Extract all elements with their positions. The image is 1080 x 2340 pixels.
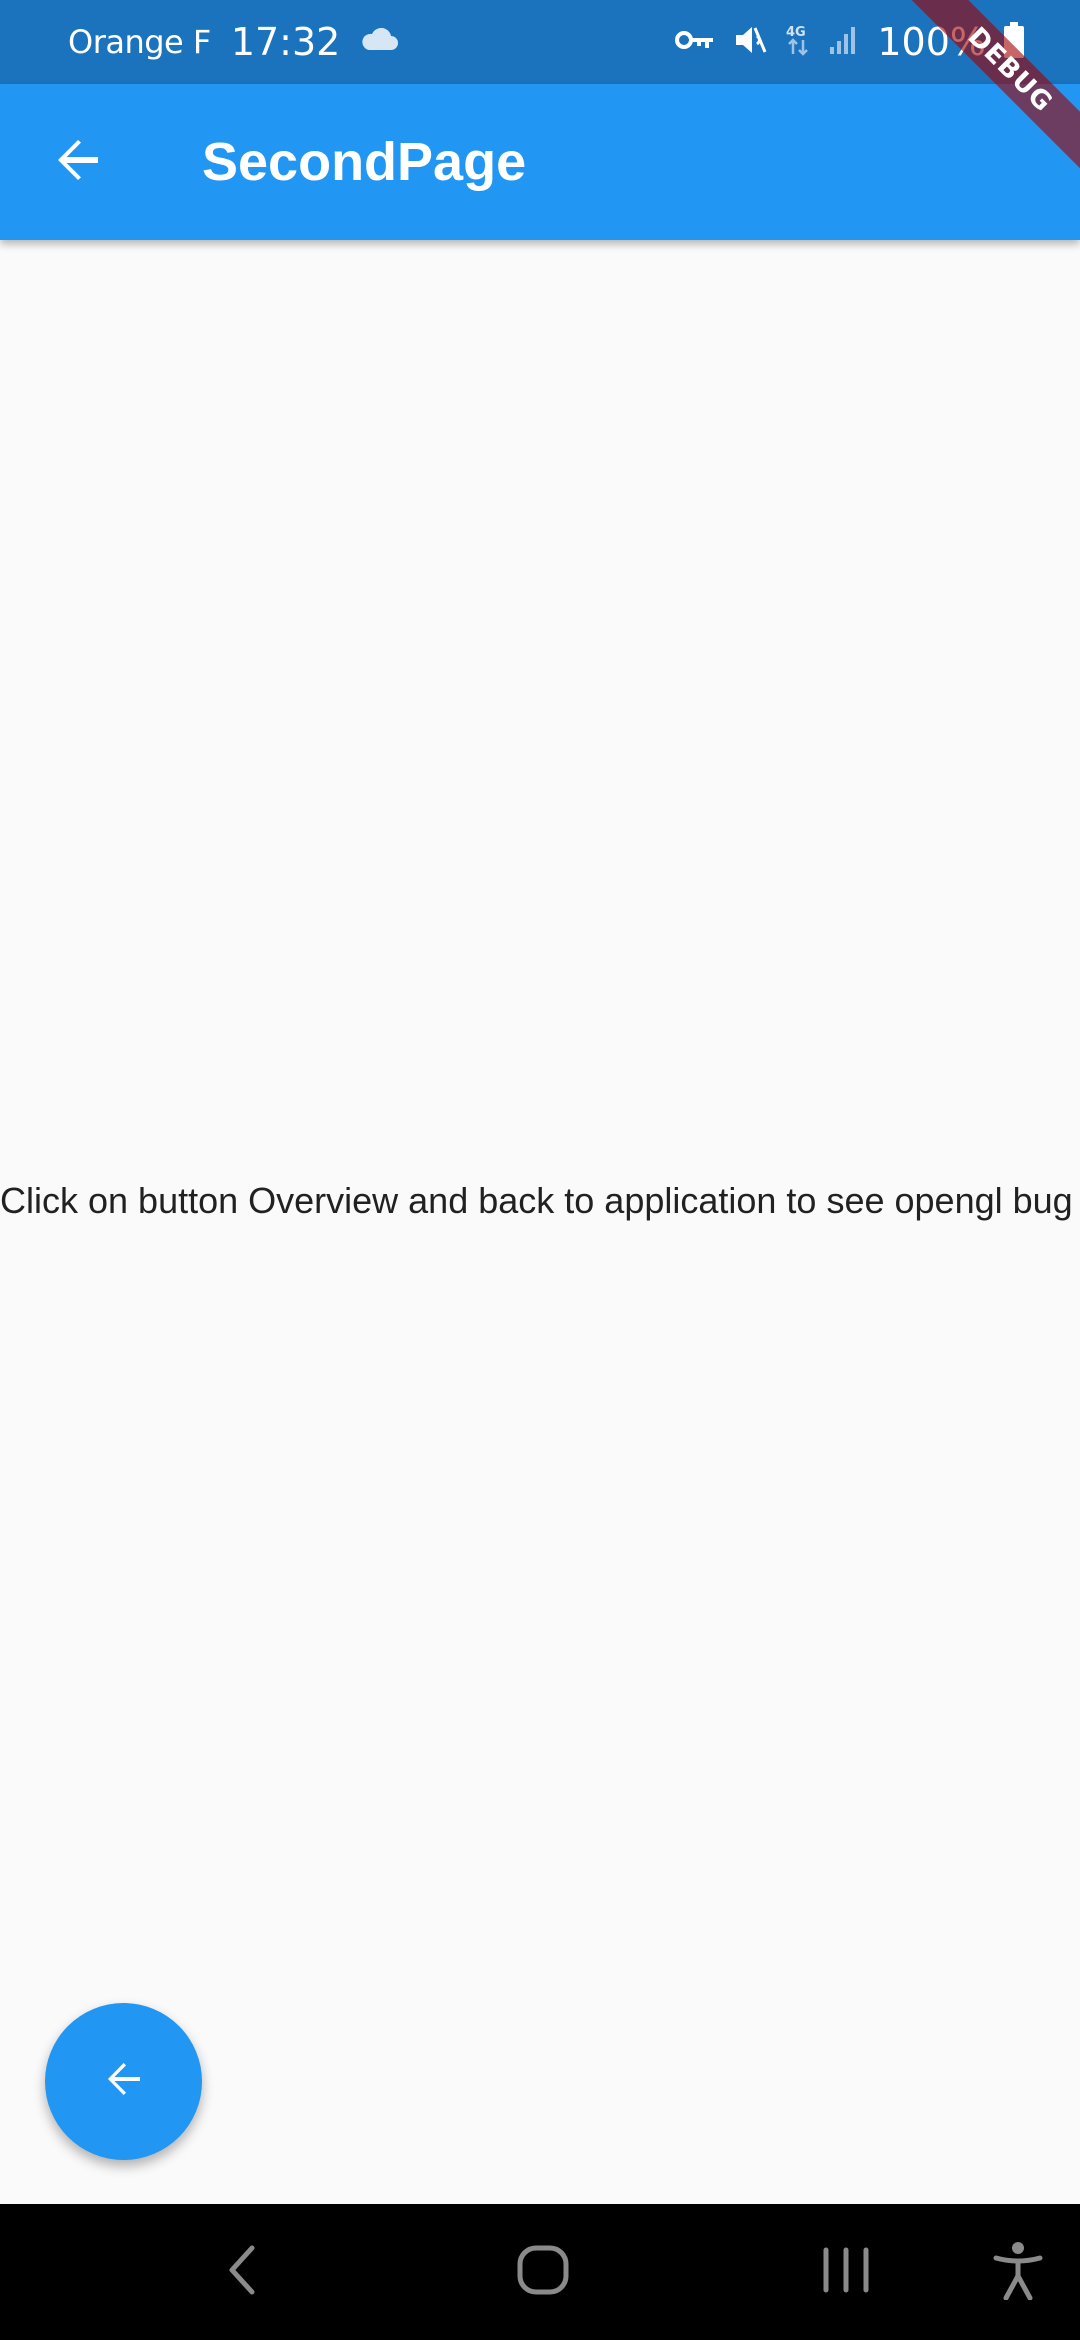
carrier-name: Orange F	[68, 23, 211, 61]
page-title: SecondPage	[202, 132, 527, 192]
back-icon	[222, 2242, 262, 2303]
back-button[interactable]	[39, 123, 117, 201]
accessibility-icon	[992, 2240, 1044, 2305]
svg-text:4G: 4G	[786, 25, 806, 40]
status-left: Orange F 17:32	[68, 0, 399, 84]
status-bar: Orange F 17:32 4G 100%	[0, 0, 1080, 84]
nav-back-button[interactable]	[182, 2204, 302, 2340]
vpn-key-icon	[675, 28, 715, 57]
mute-icon	[733, 24, 767, 61]
battery-percent: 100%	[877, 20, 986, 64]
nav-accessibility-button[interactable]	[958, 2204, 1078, 2340]
system-nav-bar	[0, 2204, 1080, 2340]
back-fab-button[interactable]	[45, 2003, 202, 2160]
nav-recents-button[interactable]	[786, 2204, 906, 2340]
app-bar: SecondPage	[0, 84, 1080, 240]
nav-home-button[interactable]	[483, 2204, 603, 2340]
instruction-text: Click on button Overview and back to app…	[0, 1180, 1073, 1221]
network-4g-icon: 4G	[785, 23, 811, 62]
arrow-back-icon	[54, 136, 102, 189]
home-icon	[515, 2242, 571, 2303]
status-time: 17:32	[230, 20, 341, 64]
battery-icon	[1004, 21, 1024, 63]
recents-icon	[818, 2242, 874, 2303]
cloud-icon	[360, 27, 399, 57]
signal-icon	[829, 25, 859, 60]
status-right: 4G 100%	[675, 0, 1024, 84]
arrow-back-icon	[100, 2055, 148, 2108]
